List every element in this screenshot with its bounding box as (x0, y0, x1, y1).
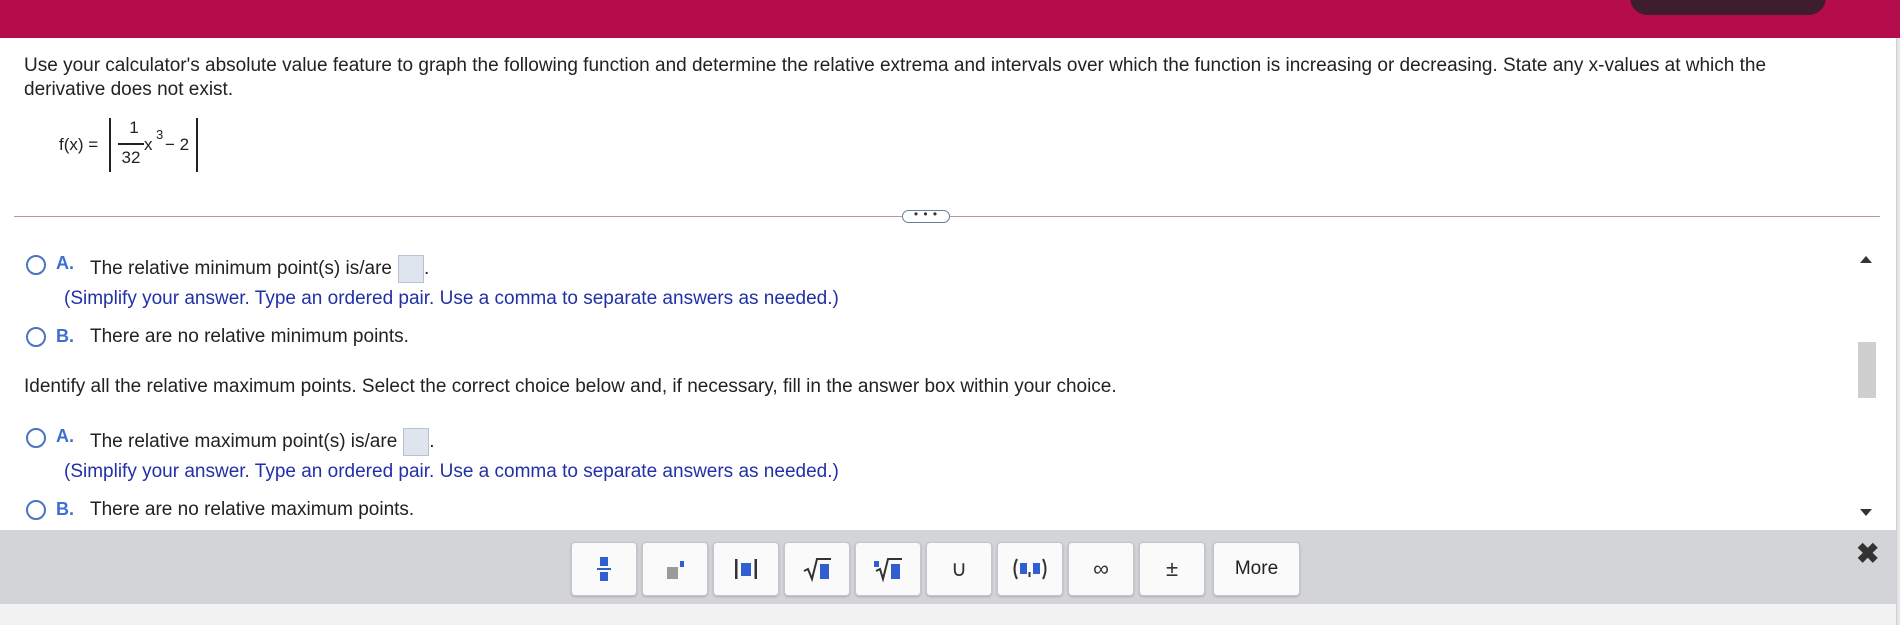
absolute-value-icon (735, 559, 757, 579)
answer-box-max[interactable] (403, 428, 430, 456)
fraction-button[interactable] (571, 542, 637, 596)
choice-text: The relative minimum point(s) is/are. (90, 255, 429, 283)
union-icon: ∪ (950, 556, 968, 581)
nth-root-button[interactable] (855, 542, 921, 596)
formula-denominator: 32 (121, 148, 141, 167)
ordered-pair-button[interactable] (997, 542, 1063, 596)
choice-min-a-label: The relative minimum point(s) is/are (90, 258, 392, 280)
nth-root-icon (874, 558, 902, 582)
hint-min: (Simplify your answer. Type an ordered p… (64, 288, 839, 309)
footer-bar (0, 604, 1896, 625)
formula-exponent: 3 (156, 127, 164, 142)
absolute-value-button[interactable] (713, 542, 779, 596)
fraction-bar (118, 143, 144, 145)
absolute-bar-left (109, 118, 111, 172)
header-button[interactable] (1630, 0, 1826, 15)
radio-min-b[interactable] (26, 327, 46, 347)
plus-minus-icon: ± (1165, 556, 1179, 581)
answer-box-min[interactable] (397, 255, 424, 283)
choice-max-b-label: There are no relative maximum points. (90, 499, 415, 520)
hint-max: (Simplify your answer. Type an ordered p… (64, 461, 839, 482)
more-button[interactable]: More (1213, 542, 1300, 596)
absolute-bar-right (196, 118, 198, 172)
close-icon[interactable]: ✖ (1856, 540, 1879, 568)
fraction-icon (597, 557, 611, 581)
scroll-up-arrow-icon[interactable] (1860, 256, 1872, 263)
choice-min-b-label: There are no relative minimum points. (90, 326, 409, 347)
square-root-icon (803, 558, 831, 582)
formula-constant: − 2 (165, 135, 190, 154)
formula-lhs: f(x) = (59, 135, 99, 154)
square-root-button[interactable] (784, 542, 850, 596)
choice-letter: B. (56, 326, 74, 346)
radio-max-b[interactable] (26, 500, 46, 520)
scroll-down-arrow-icon[interactable] (1860, 509, 1872, 516)
scrollbar-thumb[interactable] (1858, 342, 1876, 398)
question-text: Use your calculator's absolute value fea… (24, 55, 1767, 100)
formula-variable: x (144, 135, 153, 154)
math-toolbar: ∪ ∞ ± More ✖ (0, 530, 1896, 604)
choice-max-a-label: The relative maximum point(s) is/are (90, 431, 398, 453)
choice-letter: A. (56, 253, 74, 273)
infinity-icon: ∞ (1093, 556, 1109, 581)
identify-prompt: Identify all the relative maximum points… (24, 376, 1117, 397)
superscript-button[interactable] (642, 542, 708, 596)
header-bar (0, 0, 1900, 38)
ordered-pair-icon (1013, 558, 1047, 580)
infinity-button[interactable]: ∞ (1068, 542, 1134, 596)
plus-minus-button[interactable]: ± (1139, 542, 1205, 596)
superscript-icon (667, 561, 684, 579)
formula-numerator: 1 (129, 118, 139, 137)
choice-letter: B. (56, 499, 74, 519)
radio-max-a[interactable] (26, 428, 46, 448)
expand-toggle-button[interactable]: • • • (902, 208, 950, 223)
radio-min-a[interactable] (26, 255, 46, 275)
union-button[interactable]: ∪ (926, 542, 992, 596)
choice-letter: A. (56, 426, 74, 446)
page-scrollbar[interactable] (1896, 38, 1900, 625)
choice-text: The relative maximum point(s) is/are. (90, 428, 435, 456)
